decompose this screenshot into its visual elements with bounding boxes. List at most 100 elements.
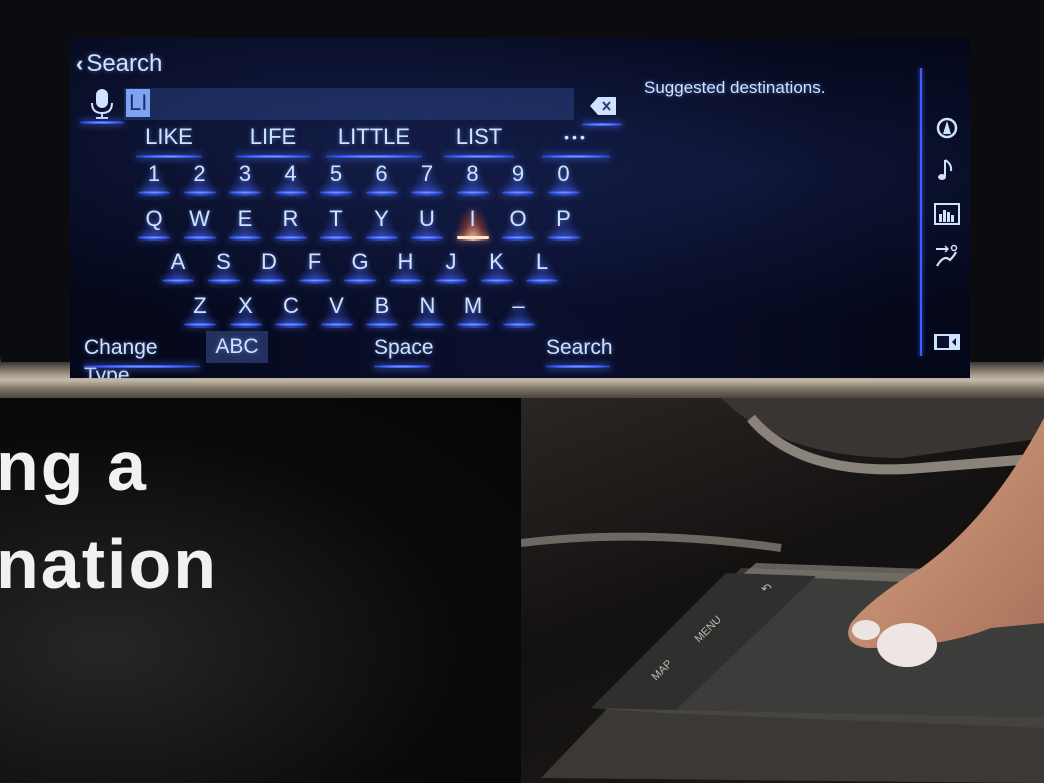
key-6[interactable]: 6 xyxy=(363,160,400,196)
music-note-icon xyxy=(938,159,953,180)
space-underline xyxy=(374,365,430,368)
search-input[interactable]: LI xyxy=(124,88,574,120)
search-button[interactable]: Search xyxy=(546,334,613,368)
key-label: 6 xyxy=(375,161,388,186)
key-i[interactable]: I xyxy=(454,205,491,241)
key-p[interactable]: P xyxy=(545,205,582,241)
backspace-button[interactable] xyxy=(582,92,622,126)
key-underline xyxy=(547,191,580,194)
key-e[interactable]: E xyxy=(227,205,263,241)
suggestion-like[interactable]: LIKE xyxy=(136,124,202,158)
key-underline xyxy=(456,236,489,239)
key-o[interactable]: O xyxy=(500,205,536,241)
fingernail-2 xyxy=(852,620,880,640)
input-type-value[interactable]: ABC xyxy=(206,331,268,363)
key-underline xyxy=(435,279,467,282)
key-underline xyxy=(365,236,398,239)
key-s[interactable]: S xyxy=(205,248,242,284)
key-underline xyxy=(366,323,398,326)
screen-bezel: ‹ Search LI LIKE LIFE LITTLE LIST ••• 1 … xyxy=(0,0,1044,398)
key-dash[interactable]: – xyxy=(500,292,537,328)
key-underline xyxy=(457,323,489,326)
search-label: Search xyxy=(546,336,613,359)
suggestion-underline xyxy=(444,155,514,158)
key-k[interactable]: K xyxy=(478,248,515,284)
key-4[interactable]: 4 xyxy=(272,160,309,196)
key-g[interactable]: G xyxy=(342,248,378,284)
suggestion-label: LITTLE xyxy=(337,124,411,149)
side-menu-audio[interactable] xyxy=(932,156,962,184)
voice-input-button[interactable] xyxy=(80,86,124,124)
key-underline xyxy=(207,279,240,282)
suggestion-label: LIST xyxy=(455,124,503,149)
key-7[interactable]: 7 xyxy=(409,160,445,196)
suggestion-list[interactable]: LIST xyxy=(444,124,514,158)
key-label: N xyxy=(419,293,436,318)
key-label: H xyxy=(397,249,414,274)
key-underline xyxy=(138,191,170,194)
side-menu-split-screen[interactable] xyxy=(932,328,962,356)
key-x[interactable]: X xyxy=(227,292,264,328)
key-t[interactable]: T xyxy=(318,205,354,241)
key-label: M xyxy=(463,293,483,318)
key-l[interactable]: L xyxy=(524,248,560,284)
suggestion-life[interactable]: LIFE xyxy=(236,124,310,158)
key-label: W xyxy=(189,206,210,231)
key-label: Q xyxy=(145,206,163,231)
change-type-underline xyxy=(84,365,200,368)
key-w[interactable]: W xyxy=(181,205,218,241)
key-h[interactable]: H xyxy=(387,248,424,284)
key-underline xyxy=(320,236,352,239)
key-j[interactable]: J xyxy=(433,248,469,284)
key-2[interactable]: 2 xyxy=(181,160,218,196)
key-5[interactable]: 5 xyxy=(318,160,354,196)
key-3[interactable]: 3 xyxy=(227,160,263,196)
key-d[interactable]: D xyxy=(251,248,287,284)
key-c[interactable]: C xyxy=(273,292,309,328)
key-label: 9 xyxy=(511,161,525,186)
side-menu-info[interactable] xyxy=(932,200,962,228)
side-menu-navigation[interactable] xyxy=(932,114,962,142)
key-label: L xyxy=(535,249,549,274)
key-label: 8 xyxy=(466,161,479,186)
back-button[interactable]: ‹ Search xyxy=(76,50,162,78)
space-button[interactable]: Space xyxy=(374,334,434,368)
side-menu-climate[interactable] xyxy=(932,242,962,270)
more-suggestions-button[interactable]: ••• xyxy=(542,124,610,158)
touchpad-back-button[interactable]: ↶ xyxy=(761,581,772,596)
suggestion-underline xyxy=(542,155,610,158)
key-label: 5 xyxy=(329,161,343,186)
change-type-button[interactable]: Change Type xyxy=(84,334,200,378)
key-z[interactable]: Z xyxy=(182,292,218,328)
fingernail xyxy=(877,623,937,667)
key-u[interactable]: U xyxy=(409,205,445,241)
key-f[interactable]: F xyxy=(296,248,333,284)
key-v[interactable]: V xyxy=(318,292,355,328)
key-8[interactable]: 8 xyxy=(454,160,491,196)
suggestion-little[interactable]: LITTLE xyxy=(326,124,422,158)
key-9[interactable]: 9 xyxy=(500,160,536,196)
console-edge xyxy=(521,532,782,552)
key-m[interactable]: M xyxy=(455,292,491,328)
key-y[interactable]: Y xyxy=(363,205,400,241)
key-a[interactable]: A xyxy=(160,248,196,284)
key-label: D xyxy=(261,249,277,274)
video-title-card: ng a nation xyxy=(0,398,521,783)
key-underline xyxy=(344,279,376,282)
key-underline xyxy=(480,279,513,282)
key-underline xyxy=(456,191,489,194)
key-b[interactable]: B xyxy=(364,292,400,328)
space-label: Space xyxy=(374,336,434,359)
key-label: Z xyxy=(193,293,207,318)
key-underline xyxy=(274,236,307,239)
key-q[interactable]: Q xyxy=(136,205,172,241)
key-label: A xyxy=(170,249,186,274)
key-label: E xyxy=(237,206,253,231)
key-1[interactable]: 1 xyxy=(136,160,172,196)
key-n[interactable]: N xyxy=(409,292,446,328)
key-label: S xyxy=(216,249,231,274)
key-label: G xyxy=(351,249,369,274)
key-0[interactable]: 0 xyxy=(545,160,582,196)
key-label: – xyxy=(512,293,525,318)
key-r[interactable]: R xyxy=(272,205,309,241)
